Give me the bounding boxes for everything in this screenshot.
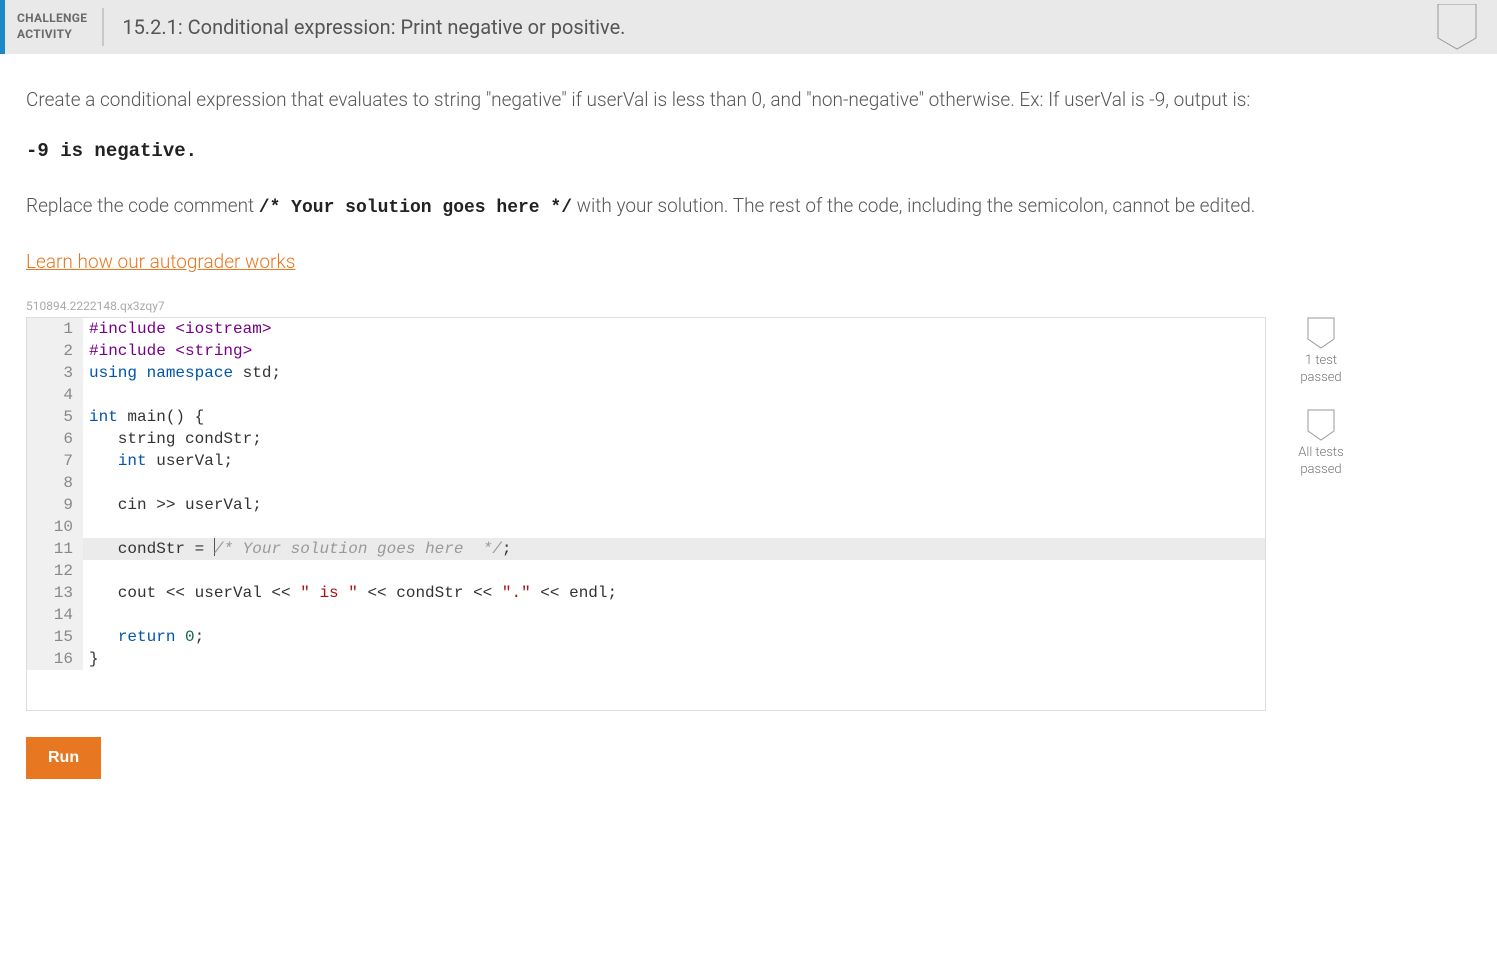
challenge-header: CHALLENGE ACTIVITY 15.2.1: Conditional e… bbox=[0, 0, 1497, 54]
instructions-p2a: Replace the code comment bbox=[26, 194, 259, 217]
line-number: 1 bbox=[27, 318, 83, 340]
code-line[interactable]: 10 bbox=[27, 516, 1265, 538]
challenge-label: CHALLENGE ACTIVITY bbox=[17, 8, 104, 46]
line-number: 16 bbox=[27, 648, 83, 670]
line-number: 6 bbox=[27, 428, 83, 450]
header-label-line1: CHALLENGE bbox=[17, 11, 87, 27]
line-number: 4 bbox=[27, 384, 83, 406]
badge1-line2: passed bbox=[1286, 370, 1356, 387]
badge2-line2: passed bbox=[1286, 462, 1356, 479]
learn-autograder-link[interactable]: Learn how our autograder works bbox=[26, 250, 295, 273]
code-editor[interactable]: 1#include <iostream>2#include <string>3u… bbox=[26, 317, 1266, 711]
test-status-sidebar: 1 test passed All tests passed bbox=[1286, 317, 1356, 501]
instructions-p1: Create a conditional expression that eva… bbox=[26, 84, 1266, 116]
line-number: 11 bbox=[27, 538, 83, 560]
line-number: 14 bbox=[27, 604, 83, 626]
code-line[interactable]: 2#include <string> bbox=[27, 340, 1265, 362]
instructions-p2: Replace the code comment /* Your solutio… bbox=[26, 190, 1266, 224]
run-button[interactable]: Run bbox=[26, 737, 101, 779]
code-text[interactable]: int main() { bbox=[83, 406, 1265, 428]
code-line[interactable]: 1#include <iostream> bbox=[27, 318, 1265, 340]
code-line[interactable]: 7 int userVal; bbox=[27, 450, 1265, 472]
line-number: 13 bbox=[27, 582, 83, 604]
bookmark-icon bbox=[1437, 4, 1477, 50]
code-text[interactable]: } bbox=[83, 648, 1265, 670]
code-line[interactable]: 4 bbox=[27, 384, 1265, 406]
code-line[interactable]: 9 cin >> userVal; bbox=[27, 494, 1265, 516]
code-line[interactable]: 11 condStr = /* Your solution goes here … bbox=[27, 538, 1265, 560]
code-line[interactable]: 5int main() { bbox=[27, 406, 1265, 428]
hash-id: 510894.2222148.qx3zqy7 bbox=[26, 299, 1471, 313]
checkbox-icon bbox=[1286, 317, 1356, 349]
line-number: 2 bbox=[27, 340, 83, 362]
code-text[interactable] bbox=[83, 604, 1265, 626]
code-text[interactable] bbox=[83, 384, 1265, 406]
line-number: 8 bbox=[27, 472, 83, 494]
code-text[interactable]: string condStr; bbox=[83, 428, 1265, 450]
code-text[interactable]: condStr = /* Your solution goes here */; bbox=[83, 538, 1265, 560]
code-text[interactable]: return 0; bbox=[83, 626, 1265, 648]
code-text[interactable]: int userVal; bbox=[83, 450, 1265, 472]
badge1-line1: 1 test bbox=[1286, 353, 1356, 370]
instructions-p2code: /* Your solution goes here */ bbox=[259, 198, 572, 218]
code-text[interactable] bbox=[83, 516, 1265, 538]
checkbox-icon bbox=[1286, 409, 1356, 441]
code-text[interactable]: #include <iostream> bbox=[83, 318, 1265, 340]
code-text[interactable]: using namespace std; bbox=[83, 362, 1265, 384]
challenge-title: 15.2.1: Conditional expression: Print ne… bbox=[104, 15, 625, 39]
line-number: 3 bbox=[27, 362, 83, 384]
line-number: 7 bbox=[27, 450, 83, 472]
line-number: 12 bbox=[27, 560, 83, 582]
line-number: 5 bbox=[27, 406, 83, 428]
code-line[interactable]: 15 return 0; bbox=[27, 626, 1265, 648]
example-output: -9 is negative. bbox=[26, 140, 1471, 162]
code-line[interactable]: 6 string condStr; bbox=[27, 428, 1265, 450]
code-text[interactable]: cout << userVal << " is " << condStr << … bbox=[83, 582, 1265, 604]
code-text[interactable] bbox=[83, 472, 1265, 494]
instructions-p2b: with your solution. The rest of the code… bbox=[572, 194, 1255, 217]
code-line[interactable]: 14 bbox=[27, 604, 1265, 626]
code-text[interactable] bbox=[83, 560, 1265, 582]
code-text[interactable]: cin >> userVal; bbox=[83, 494, 1265, 516]
code-line[interactable]: 3using namespace std; bbox=[27, 362, 1265, 384]
header-label-line2: ACTIVITY bbox=[17, 27, 87, 43]
code-line[interactable]: 12 bbox=[27, 560, 1265, 582]
line-number: 9 bbox=[27, 494, 83, 516]
code-text[interactable]: #include <string> bbox=[83, 340, 1265, 362]
code-line[interactable]: 16} bbox=[27, 648, 1265, 670]
code-line[interactable]: 13 cout << userVal << " is " << condStr … bbox=[27, 582, 1265, 604]
line-number: 10 bbox=[27, 516, 83, 538]
code-line[interactable]: 8 bbox=[27, 472, 1265, 494]
badge2-line1: All tests bbox=[1286, 445, 1356, 462]
line-number: 15 bbox=[27, 626, 83, 648]
